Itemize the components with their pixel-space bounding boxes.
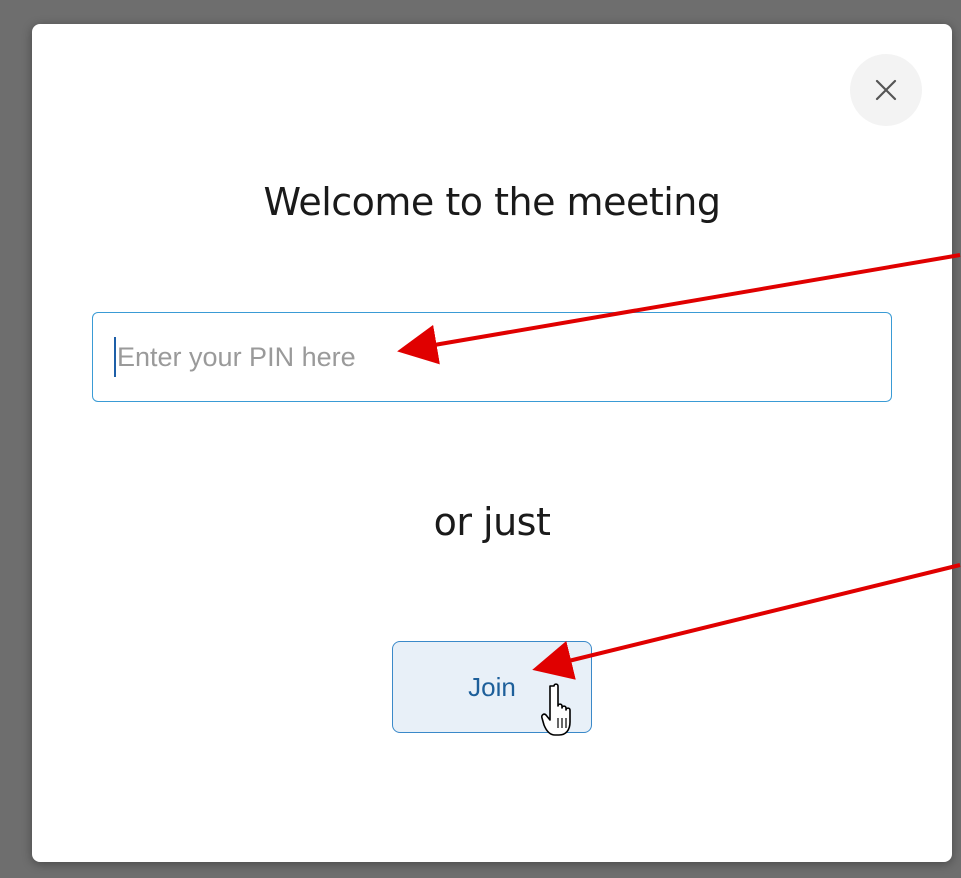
- close-button[interactable]: [850, 54, 922, 126]
- text-caret: [114, 337, 116, 377]
- join-button-label: Join: [468, 671, 516, 702]
- close-icon: [875, 79, 897, 101]
- pin-field[interactable]: [92, 312, 892, 402]
- dialog-title: Welcome to the meeting: [263, 180, 721, 224]
- pin-input[interactable]: [93, 313, 891, 401]
- meeting-join-dialog: Welcome to the meeting or just Join: [32, 24, 952, 862]
- hand-pointer-icon: [541, 683, 571, 736]
- or-just-text: or just: [433, 500, 551, 544]
